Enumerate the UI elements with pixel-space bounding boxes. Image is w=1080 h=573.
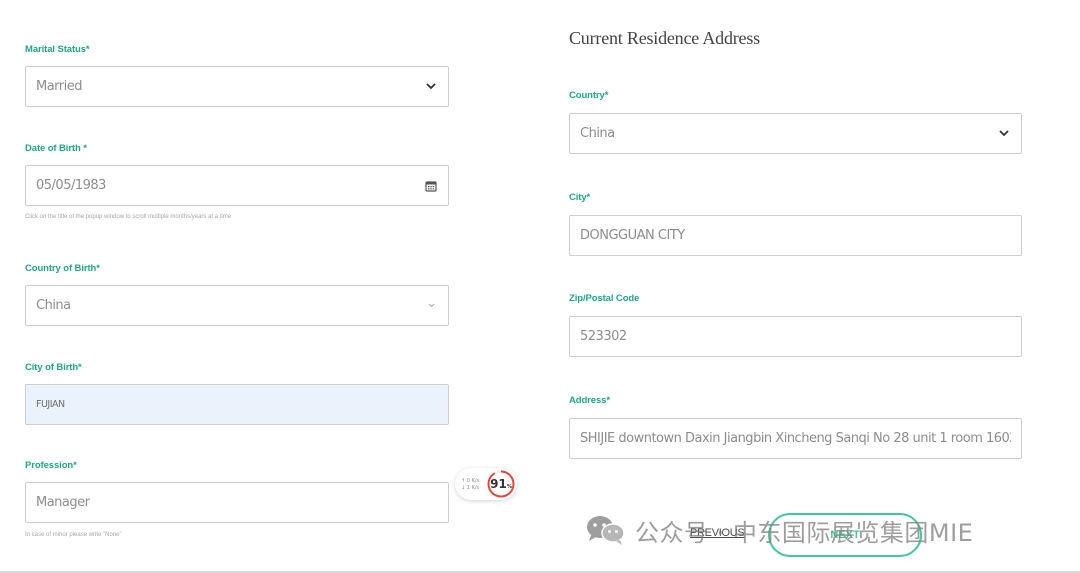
date-of-birth-value: 05/05/1983	[36, 178, 106, 193]
marital-status-label: Marital Status*	[25, 44, 90, 55]
download-speed: ↓ 1 K/s	[461, 484, 480, 491]
watermark: 公众号 · 中东国际展览集团MIE	[585, 510, 973, 550]
profession-value: Manager	[36, 495, 90, 510]
city-of-birth-label: City of Birth*	[25, 362, 82, 373]
country-label: Country*	[569, 90, 609, 101]
chevron-down-icon	[997, 127, 1011, 141]
chevron-down-icon	[424, 80, 438, 94]
country-select[interactable]: China	[569, 113, 1022, 154]
date-of-birth-field[interactable]: 05/05/1983	[25, 165, 449, 206]
country-of-birth-label: Country of Birth*	[25, 263, 100, 274]
address-input[interactable]: SHIJIE downtown Daxin Jiangbin Xincheng …	[569, 418, 1022, 459]
marital-status-value: Married	[36, 79, 83, 94]
wechat-icon	[587, 516, 625, 545]
city-input[interactable]: DONGGUAN CITY	[569, 215, 1022, 256]
chevron-down-icon	[424, 299, 438, 313]
date-of-birth-label: Date of Birth *	[25, 143, 87, 154]
profession-input[interactable]: Manager	[25, 482, 449, 523]
city-label: City*	[569, 192, 591, 203]
zip-label: Zip/Postal Code	[569, 293, 640, 304]
watermark-text: 公众号 · 中东国际展览集团MIE	[635, 518, 974, 547]
city-of-birth-value: FUJIAN	[36, 399, 65, 410]
zip-value: 523302	[580, 329, 627, 344]
upload-speed: ↑ 0 K/s	[461, 477, 480, 484]
city-value: DONGGUAN CITY	[580, 228, 685, 243]
profession-hint: In case of minor please write "None"	[25, 532, 122, 538]
zip-input[interactable]: 523302	[569, 316, 1022, 357]
country-value: China	[580, 126, 615, 141]
date-of-birth-hint: Click on the title of the popup window t…	[25, 214, 232, 220]
calendar-icon[interactable]	[424, 179, 438, 193]
country-of-birth-value: China	[36, 298, 71, 313]
network-speed-widget[interactable]: ↑ 0 K/s ↓ 1 K/s 91%	[455, 468, 517, 500]
memory-percent: 91%	[490, 477, 512, 491]
section-title: Current Residence Address	[569, 28, 760, 48]
marital-status-select[interactable]: Married	[25, 66, 449, 107]
city-of-birth-input[interactable]: FUJIAN	[25, 384, 449, 425]
address-label: Address*	[569, 395, 610, 406]
address-value: SHIJIE downtown Daxin Jiangbin Xincheng …	[580, 431, 1011, 446]
profession-label: Profession*	[25, 460, 77, 471]
country-of-birth-select[interactable]: China	[25, 285, 449, 326]
speed-readout: ↑ 0 K/s ↓ 1 K/s	[461, 478, 479, 491]
